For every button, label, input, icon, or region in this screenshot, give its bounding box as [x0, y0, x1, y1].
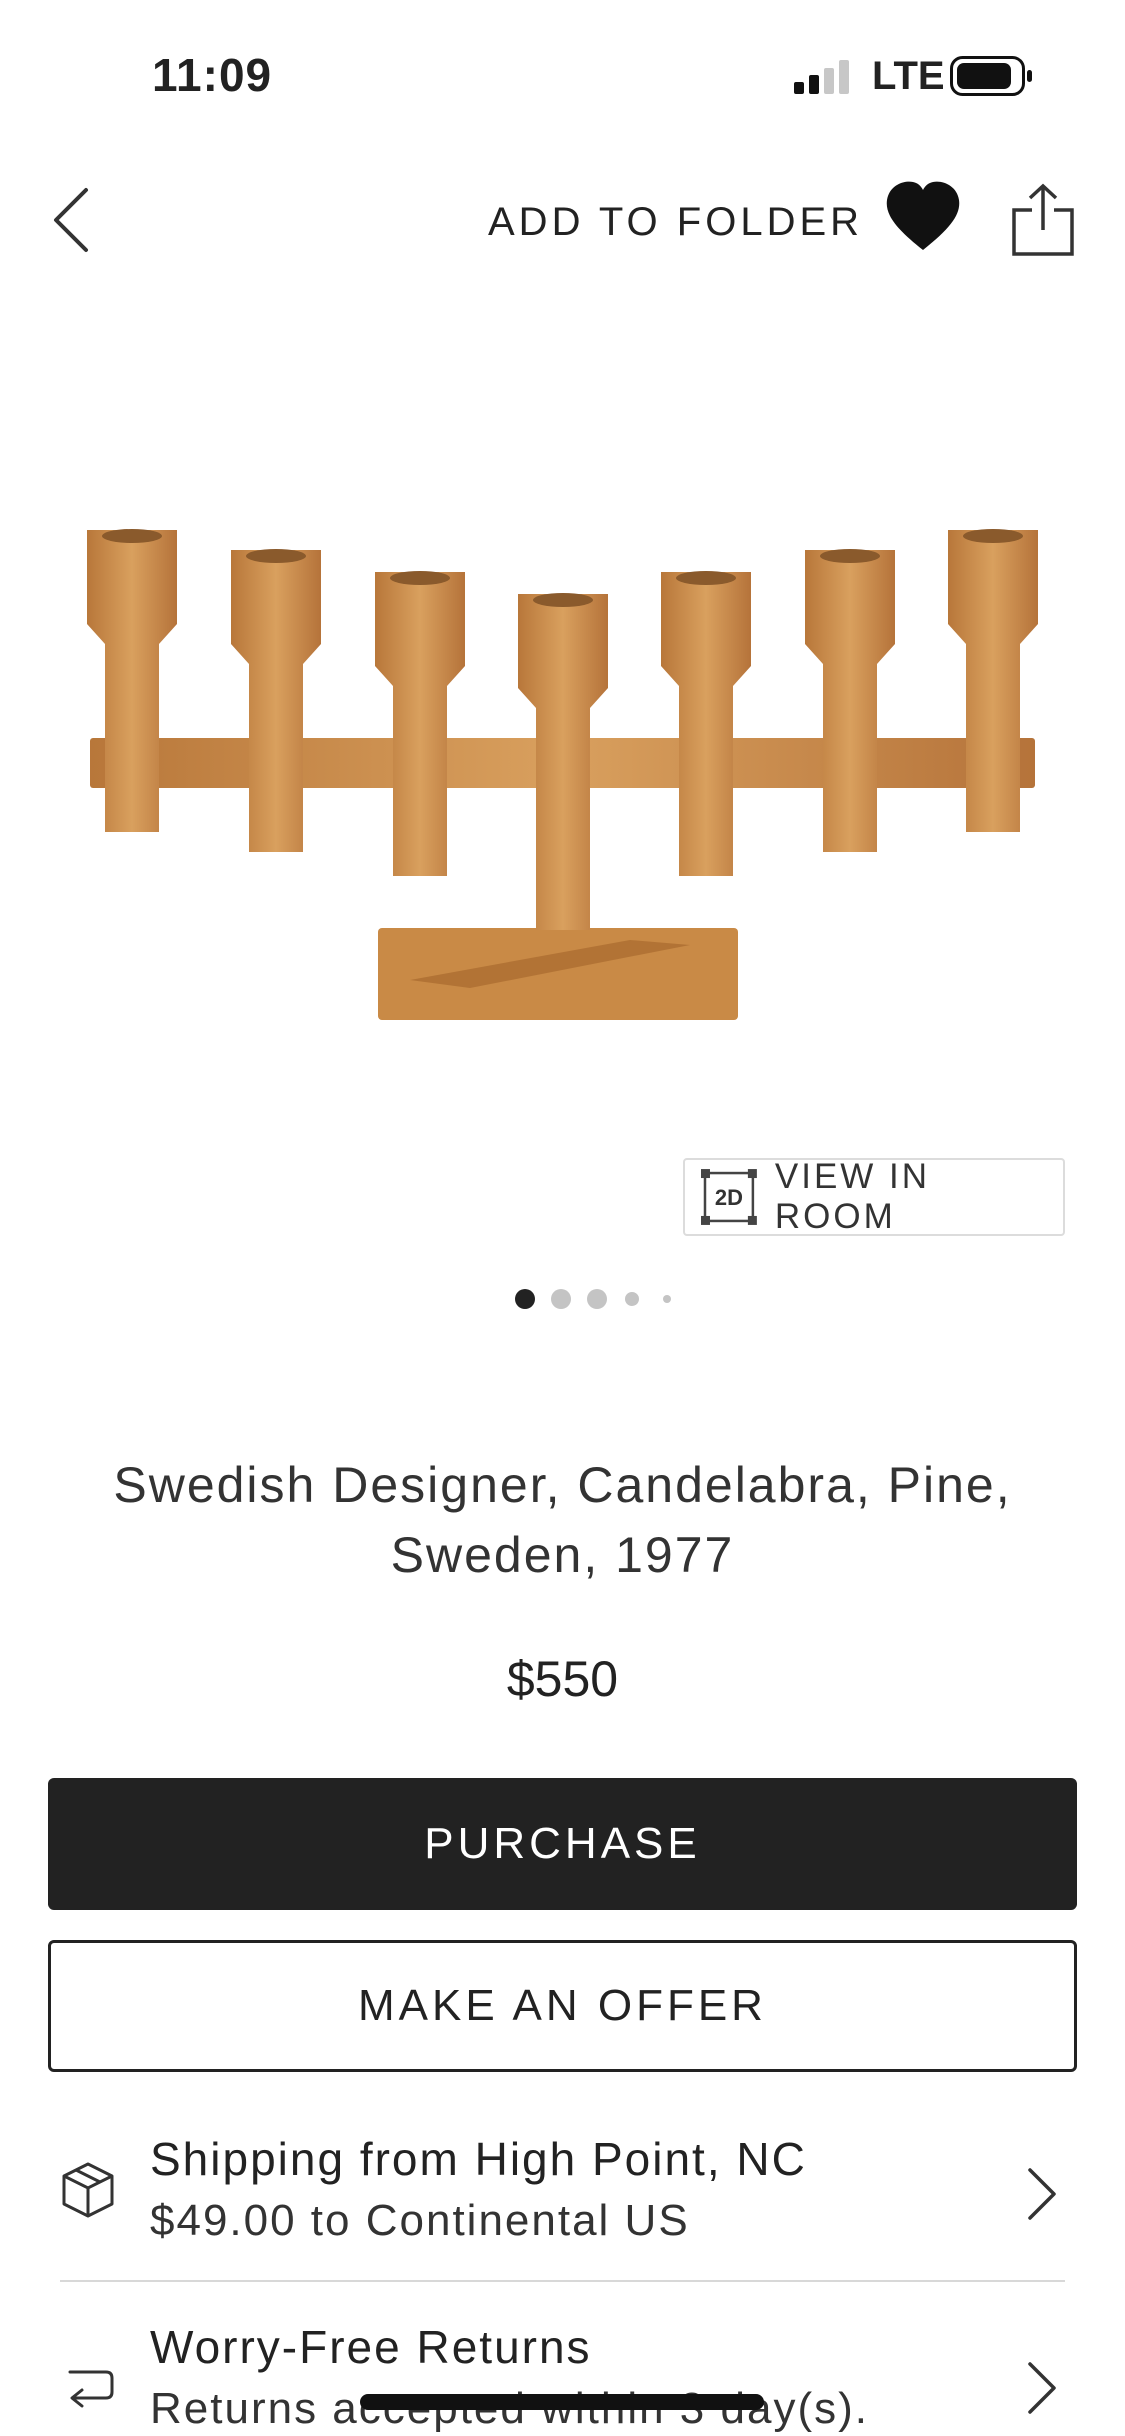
product-price: $550: [506, 1651, 619, 1707]
battery-icon: [950, 56, 1032, 96]
make-offer-button[interactable]: MAKE AN OFFER: [48, 1940, 1077, 2072]
back-chevron-icon[interactable]: [44, 180, 104, 260]
home-indicator[interactable]: [360, 2394, 764, 2410]
shipping-detail: $49.00 to Continental US: [150, 2196, 690, 2245]
cellular-signal-icon: [794, 60, 849, 94]
network-type: LTE: [872, 54, 945, 98]
carousel-dot: [625, 1292, 639, 1306]
status-time: 11:09: [152, 49, 273, 101]
carousel-dot: [663, 1295, 671, 1303]
add-to-folder-button[interactable]: ADD TO FOLDER: [488, 200, 863, 245]
share-icon[interactable]: [1010, 182, 1076, 258]
returns-row[interactable]: Worry-Free Returns Returns accepted with…: [0, 2308, 1125, 2436]
view-2d-badge-text: 2D: [715, 1185, 743, 1210]
chevron-right-icon: [1028, 2168, 1056, 2220]
carousel-dot: [587, 1289, 607, 1309]
shipping-row[interactable]: Shipping from High Point, NC $49.00 to C…: [0, 2120, 1125, 2280]
carousel-dot: [515, 1289, 535, 1309]
shipping-title: Shipping from High Point, NC: [150, 2133, 807, 2185]
carousel-dot: [551, 1289, 571, 1309]
purchase-button[interactable]: PURCHASE: [48, 1778, 1077, 1910]
heart-icon[interactable]: [883, 178, 963, 258]
returns-title: Worry-Free Returns: [150, 2321, 592, 2373]
box-icon: [62, 2162, 114, 2218]
view-in-room-button[interactable]: 2D VIEW IN ROOM: [683, 1157, 1065, 1236]
view-in-room-label: VIEW IN ROOM: [774, 1157, 931, 1236]
chevron-right-icon: [1028, 2362, 1056, 2414]
return-arrow-icon: [68, 2370, 114, 2408]
product-title: Swedish Designer, Candelabra, Pine, Swed…: [113, 1457, 1012, 1583]
view-2d-icon: 2D: [701, 1169, 757, 1225]
divider: [60, 2280, 1065, 2282]
product-image[interactable]: [70, 500, 1055, 1060]
carousel-dots[interactable]: [512, 1286, 692, 1312]
